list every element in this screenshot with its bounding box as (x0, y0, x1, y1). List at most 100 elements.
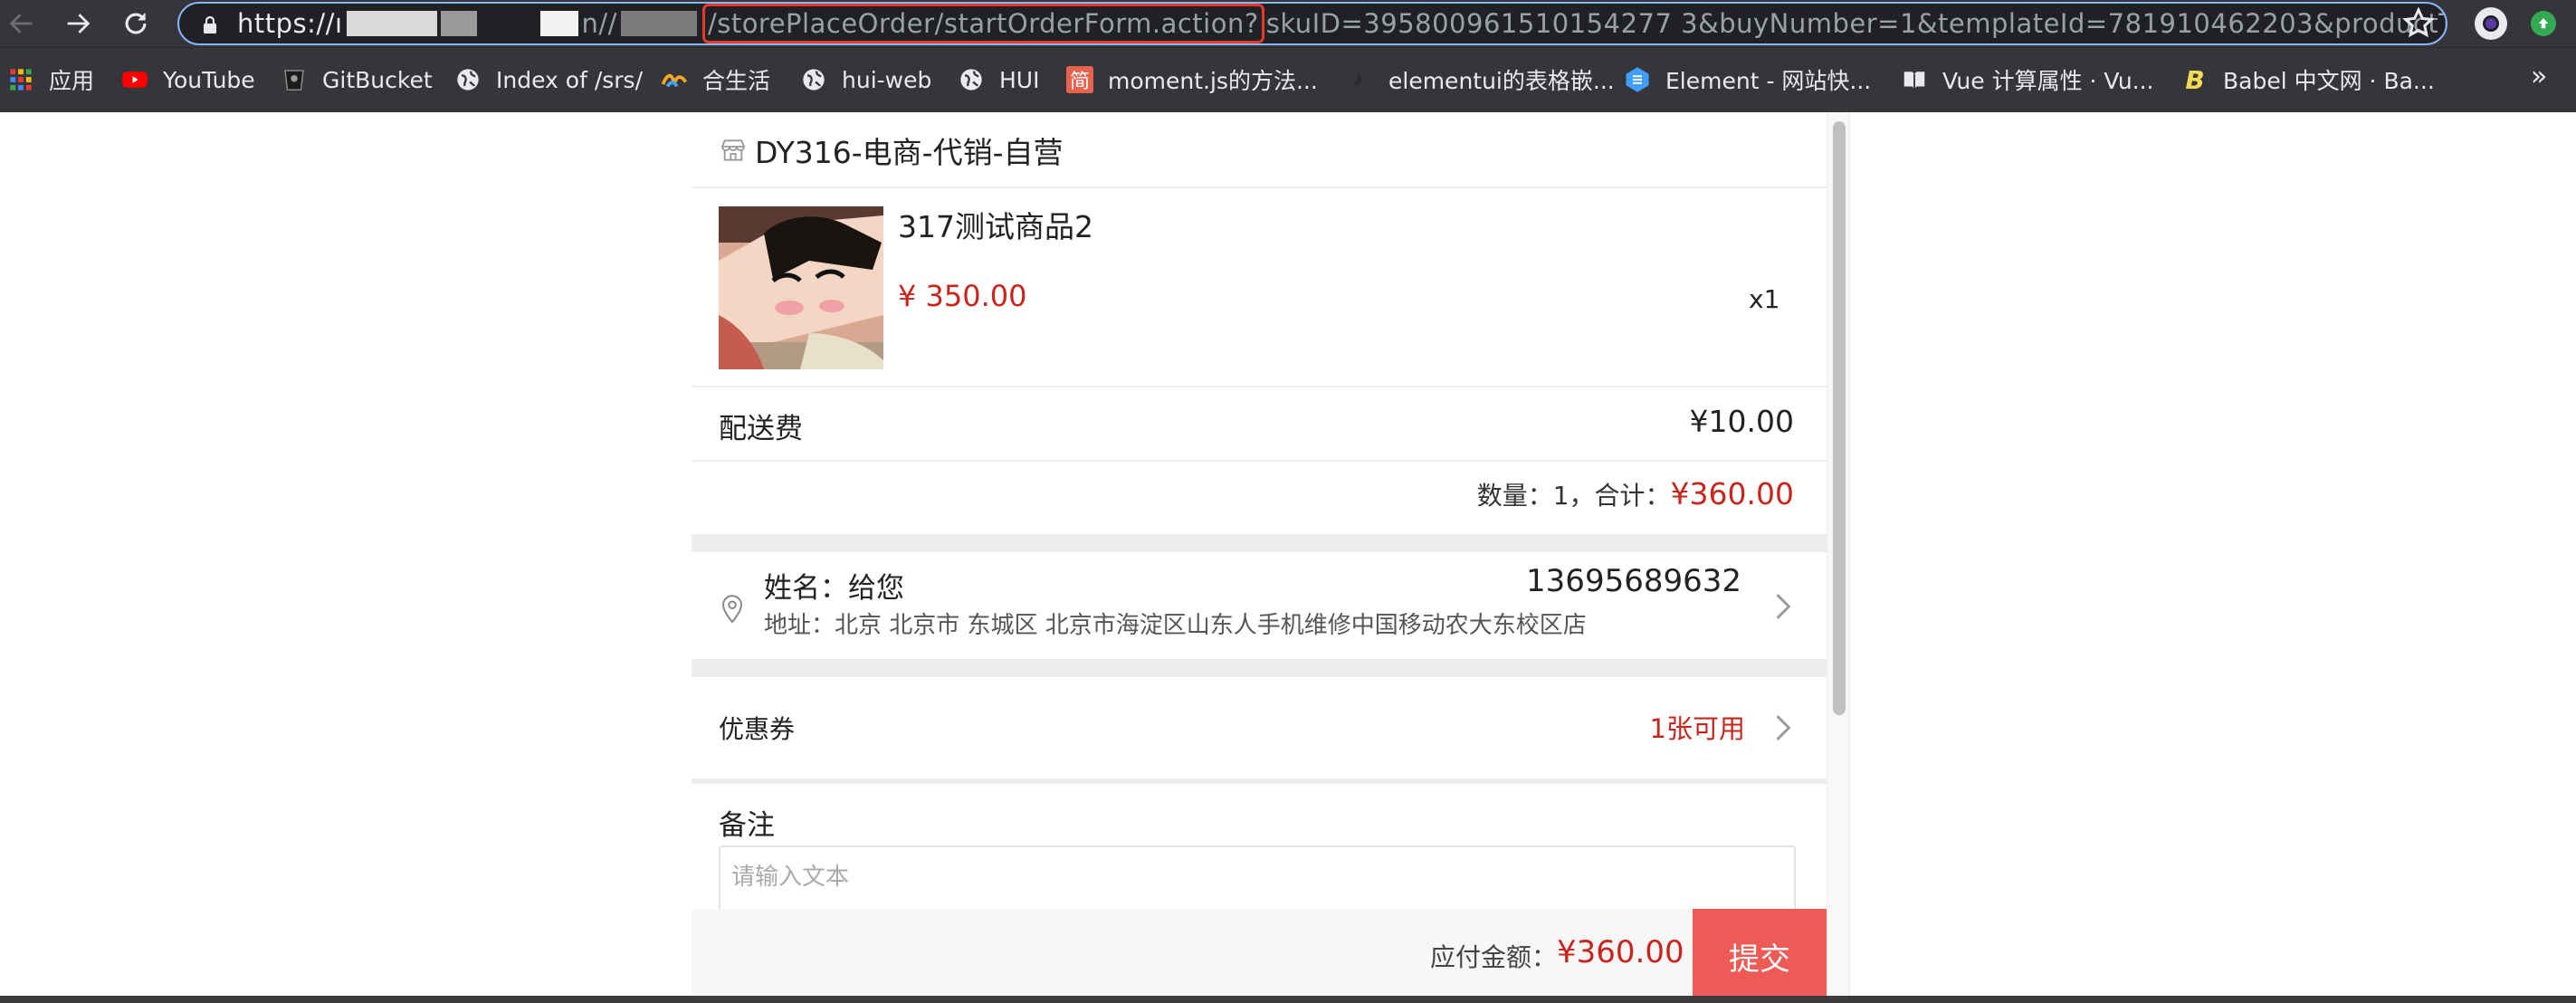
coupon-label: 优惠券 (719, 714, 796, 744)
bookmark-hui[interactable]: HUI (958, 48, 1039, 111)
bookmark-vue[interactable]: Vue 计算属性 · Vu... (1901, 48, 2154, 111)
back-button[interactable] (2, 4, 42, 43)
browser-toolbar: https:// ı n// /storePlaceOrder/startOrd… (0, 0, 2576, 47)
page-viewport: DY316-电商-代销-自营 317测试商品2 ¥ 350.00 x1 配送费 … (0, 112, 2576, 1003)
bookmark-element[interactable]: Element - 网站快... (1624, 48, 1871, 111)
recipient-name: 姓名：给您 (764, 572, 904, 605)
coupon-row[interactable]: 优惠券 1张可用 (692, 677, 1827, 779)
submit-button[interactable]: 提交 (1693, 909, 1827, 1003)
recipient-address: 地址：北京 北京市 东城区 北京市海淀区山东人手机维修中国移动农大东校区店 (764, 612, 1587, 639)
extension-icon[interactable] (2475, 7, 2507, 40)
window-bottom-edge (0, 996, 2576, 1003)
bookmark-gitbucket[interactable]: GitBucket (281, 48, 433, 111)
blank-icon (1347, 66, 1374, 93)
bookmarks-bar: 应用 YouTube GitBucket Index of /srs/ 合生活 … (0, 47, 2576, 112)
bookmark-label: hui-web (842, 66, 932, 93)
location-pin-icon (721, 595, 743, 624)
babel-icon: B (2185, 64, 2205, 95)
order-summary-row: 数量：1，合计：¥360.00 (692, 462, 1827, 534)
redacted-block (346, 11, 437, 36)
element-icon (1624, 66, 1651, 93)
section-gap (692, 534, 1827, 552)
recipient-phone: 13695689632 (1526, 563, 1741, 599)
bookmark-label: Index of /srs/ (496, 66, 643, 93)
bookmark-youtube[interactable]: YouTube (121, 48, 255, 111)
lock-icon (204, 15, 216, 33)
globe-icon (454, 66, 482, 93)
bookmarks-overflow-chevron-icon[interactable]: » (2531, 61, 2547, 92)
bookmark-label: 应用 (49, 68, 95, 94)
url-scheme: https:// (237, 8, 335, 39)
reload-button[interactable] (116, 4, 156, 43)
book-icon (1901, 66, 1928, 93)
summary-total: ¥360.00 (1670, 476, 1794, 511)
scrollbar-thumb[interactable] (1833, 121, 1846, 715)
delivery-fee-row: 配送费 ¥10.00 (692, 387, 1827, 460)
bookmark-label: Vue 计算属性 · Vu... (1942, 68, 2154, 94)
arrow-left-icon (9, 14, 33, 33)
apps-grid-icon (7, 66, 34, 93)
bookmark-label: Element - 网站快... (1665, 68, 1872, 94)
checkout-bar: 应付金额： ¥360.00 提交 (692, 909, 1827, 1003)
product-image (719, 206, 883, 369)
shop-icon (721, 139, 745, 161)
youtube-icon (121, 66, 148, 93)
summary-prefix: 数量：1，合计： (1476, 481, 1671, 511)
globe-icon (800, 66, 827, 93)
extension-green-icon[interactable] (2531, 11, 2556, 36)
pay-amount-label: 应付金额： (1430, 942, 1558, 972)
order-form: DY316-电商-代销-自营 317测试商品2 ¥ 350.00 x1 配送费 … (692, 112, 1827, 1003)
bookmark-babel[interactable]: B Babel 中文网 · Ba... (2181, 48, 2435, 111)
order-summary: 数量：1，合计：¥360.00 (1477, 476, 1794, 512)
url-query: skuID=395800961510154277 3&buyNumber=1&t… (1265, 8, 2447, 39)
redacted-block (539, 11, 578, 36)
bookmark-star-icon[interactable] (2400, 5, 2437, 42)
jian-icon: 简 (1066, 66, 1093, 93)
note-placeholder: 请输入文本 (731, 864, 850, 891)
address-row[interactable]: 姓名：给您 13695689632 地址：北京 北京市 东城区 北京市海淀区山东… (692, 552, 1827, 659)
product-thumbnail[interactable] (719, 206, 883, 369)
pay-amount-value: ¥360.00 (1557, 934, 1684, 970)
gitbucket-icon (281, 66, 308, 93)
product-card[interactable]: 317测试商品2 ¥ 350.00 x1 (692, 188, 1827, 386)
forward-button[interactable] (58, 4, 98, 43)
note-label: 备注 (719, 809, 775, 842)
bookmark-hesheng[interactable]: 合生活 (661, 48, 770, 111)
globe-icon (958, 66, 985, 93)
bookmark-elementui-table[interactable]: elementui的表格嵌... (1347, 48, 1615, 111)
section-gap (692, 659, 1827, 677)
bookmark-label: GitBucket (322, 66, 433, 93)
delivery-fee-value: ¥10.00 (1689, 404, 1794, 439)
divider (692, 779, 1827, 784)
url-text: https:// ı n// /storePlaceOrder/startOrd… (237, 4, 2447, 43)
delivery-fee-label: 配送费 (719, 413, 803, 445)
bookmark-momentjs[interactable]: 简 moment.js的方法... (1066, 48, 1318, 111)
arrow-right-icon (67, 14, 91, 33)
product-price: ¥ 350.00 (898, 279, 1027, 313)
bookmark-label: moment.js的方法... (1108, 68, 1318, 94)
bookmark-label: Babel 中文网 · Ba... (2223, 68, 2435, 94)
product-quantity: x1 (1749, 284, 1780, 314)
chevron-right-icon (1776, 594, 1791, 619)
bookmark-index-srs[interactable]: Index of /srs/ (454, 48, 643, 111)
address-bar[interactable]: https:// ı n// /storePlaceOrder/startOrd… (177, 2, 2447, 45)
reload-icon (125, 13, 147, 34)
bookmark-apps[interactable]: 应用 (7, 48, 94, 111)
note-input[interactable]: 请输入文本 (719, 845, 1796, 918)
bookmark-label: HUI (999, 66, 1040, 93)
bookmark-label: elementui的表格嵌... (1388, 68, 1615, 94)
redacted-block (620, 11, 697, 36)
bookmark-hui-web[interactable]: hui-web (800, 48, 931, 111)
vertical-scrollbar[interactable] (1827, 112, 1850, 1003)
redacted-block (440, 11, 477, 36)
hesheng-icon (661, 66, 688, 93)
shop-name: DY316-电商-代销-自营 (755, 135, 1064, 170)
shop-header: DY316-电商-代销-自营 (692, 112, 1827, 186)
url-segment: n// (581, 8, 617, 39)
chevron-right-icon (1776, 715, 1791, 740)
bookmark-label: YouTube (163, 66, 255, 93)
coupon-available: 1张可用 (1649, 713, 1745, 744)
url-host-start: ı (334, 8, 343, 39)
url-highlight-box: /storePlaceOrder/startOrderForm.action? (701, 4, 1264, 43)
product-title: 317测试商品2 (898, 209, 1093, 244)
